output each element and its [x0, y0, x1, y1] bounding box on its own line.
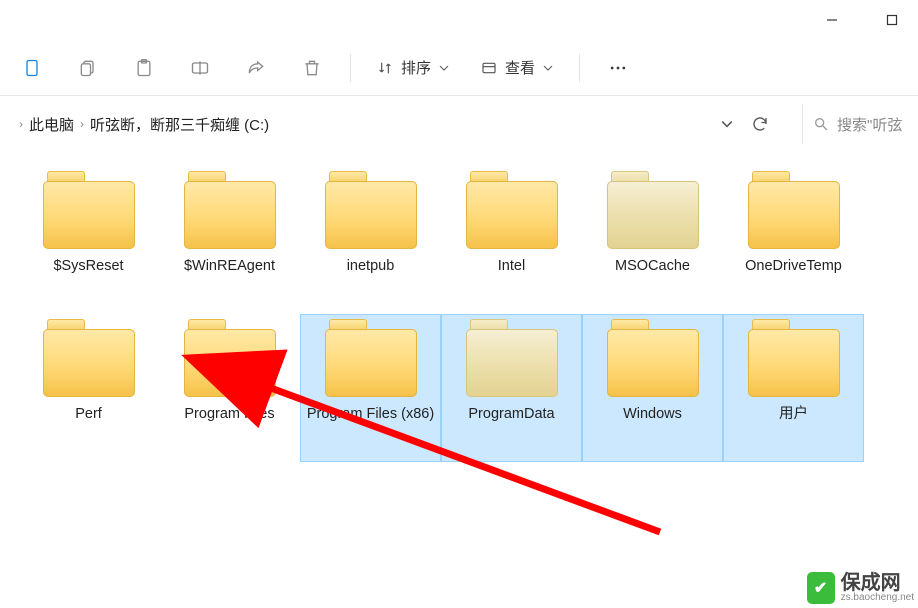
watermark-brand: 保成网 — [841, 573, 914, 593]
rename-icon[interactable] — [176, 48, 224, 88]
folder-icon — [748, 319, 840, 397]
folder-icon — [466, 171, 558, 249]
breadcrumb-item[interactable]: 听弦断，断那三千痴缠 (C:) — [90, 114, 269, 135]
minimize-button[interactable] — [814, 6, 850, 34]
folder-label: Windows — [619, 405, 686, 424]
folder-icon — [325, 171, 417, 249]
address-bar: › 此电脑 › 听弦断，断那三千痴缠 (C:) 搜索"听弦 — [0, 96, 918, 152]
folder-icon — [43, 319, 135, 397]
folder-label: OneDriveTemp — [741, 257, 846, 276]
folder-item[interactable]: MSOCache — [582, 166, 723, 314]
folder-label: Intel — [494, 257, 529, 276]
chevron-right-icon: › — [19, 117, 23, 131]
folder-label: Perf — [71, 405, 106, 424]
folder-item[interactable]: Program Files (x86) — [300, 314, 441, 462]
folder-icon — [325, 319, 417, 397]
folder-label: Program Files — [180, 405, 278, 424]
folder-icon — [43, 171, 135, 249]
toolbar-separator — [350, 54, 351, 82]
search-placeholder: 搜索"听弦 — [837, 114, 902, 135]
folder-label: MSOCache — [611, 257, 694, 276]
folder-label: Program Files (x86) — [303, 405, 438, 424]
search-input[interactable]: 搜索"听弦 — [802, 104, 914, 144]
paste-icon[interactable] — [120, 48, 168, 88]
toolbar: 排序 查看 — [0, 40, 918, 96]
folder-item[interactable]: 用户 — [723, 314, 864, 462]
folder-item[interactable]: $SysReset — [18, 166, 159, 314]
search-icon — [813, 116, 829, 132]
folder-item[interactable]: Program Files — [159, 314, 300, 462]
copy-icon[interactable] — [64, 48, 112, 88]
folder-item[interactable]: $WinREAgent — [159, 166, 300, 314]
window-titlebar — [0, 0, 918, 40]
sort-dropdown[interactable]: 排序 — [365, 48, 461, 88]
delete-icon[interactable] — [288, 48, 336, 88]
folder-label: $SysReset — [49, 257, 127, 276]
folder-item[interactable]: Intel — [441, 166, 582, 314]
maximize-button[interactable] — [874, 6, 910, 34]
refresh-icon[interactable] — [751, 115, 769, 133]
folder-icon — [184, 171, 276, 249]
folder-item[interactable]: Perf — [18, 314, 159, 462]
folder-item[interactable]: Windows — [582, 314, 723, 462]
share-icon[interactable] — [232, 48, 280, 88]
folder-icon — [184, 319, 276, 397]
folder-label: ProgramData — [464, 405, 558, 424]
folder-label: $WinREAgent — [180, 257, 279, 276]
breadcrumb[interactable]: › 此电脑 › 听弦断，断那三千痴缠 (C:) — [8, 104, 792, 144]
folder-icon — [748, 171, 840, 249]
folder-grid: $SysReset $WinREAgent inetpub Intel MSOCache… — [0, 152, 918, 462]
folder-label: 用户 — [775, 405, 812, 424]
watermark: ✔ 保成网 zs.baocheng.net — [807, 572, 914, 604]
view-dropdown[interactable]: 查看 — [469, 48, 565, 88]
folder-icon — [607, 171, 699, 249]
toolbar-separator — [579, 54, 580, 82]
chevron-right-icon: › — [80, 117, 84, 131]
folder-icon — [466, 319, 558, 397]
folder-label: inetpub — [343, 257, 399, 276]
shield-icon: ✔ — [807, 572, 835, 604]
breadcrumb-item[interactable]: 此电脑 — [29, 114, 74, 135]
cut-icon[interactable] — [8, 48, 56, 88]
chevron-down-icon[interactable] — [721, 118, 733, 130]
view-label: 查看 — [505, 57, 535, 78]
folder-item[interactable]: OneDriveTemp — [723, 166, 864, 314]
sort-label: 排序 — [401, 57, 431, 78]
folder-icon — [607, 319, 699, 397]
folder-item[interactable]: inetpub — [300, 166, 441, 314]
watermark-url: zs.baocheng.net — [841, 593, 914, 603]
folder-item[interactable]: ProgramData — [441, 314, 582, 462]
more-icon[interactable] — [594, 48, 642, 88]
